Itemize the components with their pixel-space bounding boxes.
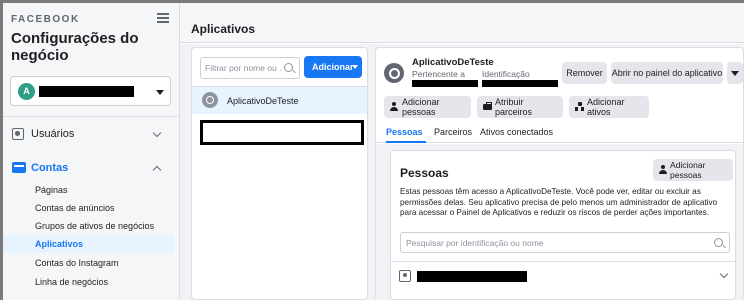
chevron-down-icon — [731, 71, 739, 76]
business-settings-window: FACEBOOK Configurações do negócio A Usuá… — [0, 0, 744, 300]
brand-logo: FACEBOOK — [11, 14, 80, 25]
business-settings-title: Configurações do negócio — [11, 30, 139, 64]
sidebar-item-users[interactable]: Usuários — [3, 125, 180, 145]
chevron-down-icon[interactable] — [719, 269, 729, 279]
search-icon — [284, 63, 293, 72]
sidebar-subitem-apps[interactable]: Aplicativos — [3, 235, 174, 253]
sidebar-subitem-ad-accounts[interactable]: Contas de anúncios — [3, 199, 174, 217]
add-button-label: Adicionar — [312, 62, 354, 72]
redacted-list-item — [200, 120, 364, 145]
page-title: Aplicativos — [191, 22, 256, 36]
sidebar-divider — [3, 116, 180, 117]
add-assets-button[interactable]: Adicionar ativos — [569, 96, 649, 118]
briefcase-icon — [483, 102, 492, 110]
owner-label: Pertencente a — [412, 69, 465, 79]
add-people-label: Adicionar pessoas — [670, 160, 706, 180]
active-tab-indicator — [386, 141, 426, 143]
open-app-dashboard-button[interactable]: Abrir no painel do aplicativo — [611, 62, 723, 84]
add-people-label: Adicionar pessoas — [402, 97, 440, 117]
filter-input[interactable] — [200, 57, 300, 79]
sidebar-item-label: Usuários — [31, 128, 75, 140]
add-person-icon — [659, 165, 667, 174]
users-icon — [12, 128, 24, 140]
add-people-button-secondary[interactable]: Adicionar pessoas — [653, 159, 733, 181]
apps-list-panel: Adicionar AplicativoDeTeste — [191, 47, 368, 300]
sidebar-subitem-instagram[interactable]: Contas do Instagram — [3, 254, 174, 272]
business-account-selector[interactable]: A — [10, 76, 171, 106]
tab-parceiros[interactable]: Parceiros — [434, 127, 472, 137]
people-section-title: Pessoas — [400, 166, 449, 180]
app-icon — [202, 92, 218, 108]
people-description: Estas pessoas têm acesso a AplicativoDeT… — [400, 187, 718, 217]
app-name: AplicativoDeTeste — [227, 96, 299, 106]
id-label: Identificação — [482, 69, 530, 79]
people-search-field[interactable] — [401, 233, 701, 253]
remove-button[interactable]: Remover — [562, 62, 607, 84]
person-icon — [399, 270, 411, 282]
people-search-input[interactable] — [400, 232, 730, 253]
people-card: Pessoas Adicionar pessoas Estas pessoas … — [390, 150, 736, 300]
more-options-button[interactable] — [727, 62, 743, 84]
assign-partners-button[interactable]: Atribuir parceiros — [477, 96, 563, 118]
sidebar-subitem-business-line[interactable]: Linha de negócios — [3, 273, 174, 291]
chevron-down-icon — [352, 65, 358, 69]
tab-pessoas[interactable]: Pessoas — [386, 127, 423, 137]
chevron-down-icon — [152, 128, 162, 138]
chevron-up-icon — [152, 165, 162, 175]
redacted-id — [482, 80, 558, 87]
search-icon — [714, 238, 723, 247]
avatar: A — [18, 83, 35, 100]
filter-text-field[interactable] — [201, 58, 281, 78]
add-people-button[interactable]: Adicionar pessoas — [384, 96, 471, 118]
sidebar-subitem-paginas[interactable]: Páginas — [3, 181, 174, 199]
list-item[interactable]: AplicativoDeTeste — [192, 87, 367, 114]
redacted-person-name — [417, 271, 527, 282]
add-button[interactable]: Adicionar — [304, 56, 362, 78]
assign-partners-label: Atribuir parceiros — [495, 97, 533, 117]
assets-icon — [575, 102, 584, 111]
app-detail-panel: AplicativoDeTeste Pertencente a Identifi… — [375, 47, 744, 300]
redacted-account-name — [39, 86, 134, 97]
sidebar-item-contas[interactable]: Contas — [3, 159, 180, 179]
sidebar-item-label: Contas — [31, 162, 69, 174]
app-icon — [384, 63, 404, 83]
detail-tabs: Pessoas Parceiros Ativos conectados — [376, 124, 743, 143]
tab-connected-assets[interactable]: Ativos conectados — [480, 127, 553, 137]
table-row[interactable] — [391, 262, 735, 292]
add-assets-label: Adicionar ativos — [587, 97, 625, 117]
sidebar-subitem-asset-groups[interactable]: Grupos de ativos de negócios — [3, 217, 174, 235]
chevron-down-icon — [156, 90, 164, 95]
page-header: Aplicativos — [180, 3, 744, 43]
sidebar: FACEBOOK Configurações do negócio A Usuá… — [3, 3, 180, 300]
app-title: AplicativoDeTeste — [412, 57, 494, 68]
menu-icon[interactable] — [157, 13, 169, 23]
redacted-owner — [412, 80, 478, 87]
accounts-icon — [12, 162, 26, 173]
add-person-icon — [390, 102, 398, 111]
